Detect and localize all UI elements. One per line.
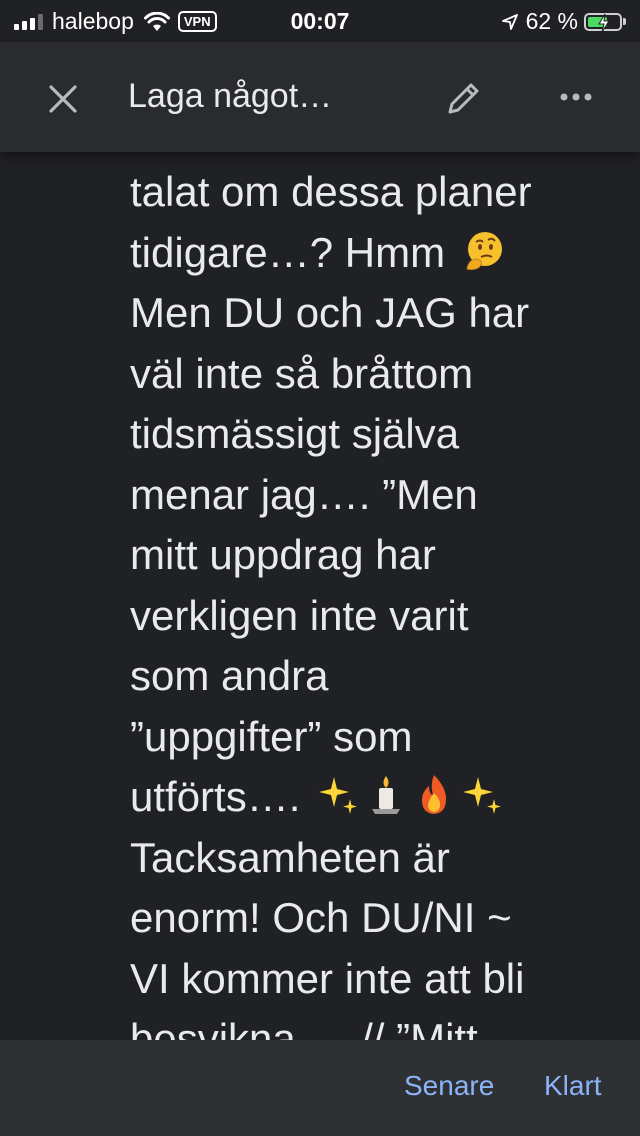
note-line: enorm! Och DU/NI ~ [130, 894, 512, 941]
candle-emoji [372, 776, 401, 814]
done-button[interactable]: Klart [544, 1070, 602, 1102]
close-icon[interactable] [44, 80, 82, 118]
note-title[interactable]: Laga något… [128, 77, 332, 116]
fire-emoji [422, 775, 447, 814]
location-arrow-icon [501, 13, 518, 30]
note-line: ”uppgifter” som [130, 712, 413, 760]
charging-bolt-icon [598, 13, 610, 32]
edit-pencil-icon[interactable] [444, 78, 484, 118]
bottom-action-bar: Senare Klart [0, 1040, 640, 1136]
note-line: väl inte så bråttom [130, 349, 474, 397]
battery-percent: 62 % [525, 8, 578, 34]
sparkles-emoji [319, 777, 358, 814]
sparkles-emoji [463, 777, 502, 814]
status-bar-right: 62 % [501, 8, 626, 35]
note-body[interactable]: talat om dessa planer tidigare…? Hmm Men… [0, 152, 640, 1040]
note-line: talat om dessa planer [130, 168, 532, 215]
later-button[interactable]: Senare [404, 1070, 494, 1102]
note-line: verkligen inte varit [130, 591, 469, 639]
thinking-face-emoji [466, 231, 502, 270]
note-line: mitt uppdrag har [130, 531, 436, 578]
note-line: menar jag…. ”Men [130, 470, 478, 518]
note-line: tidsmässigt själva [130, 410, 460, 457]
more-options-icon[interactable] [556, 82, 596, 112]
note-line: besvikna…. // ”Mitt [130, 1015, 478, 1040]
note-line: VI kommer inte att bli [130, 954, 525, 1002]
editor-toolbar: Laga något… [0, 42, 640, 152]
note-line: Tacksamheten är [130, 833, 450, 881]
status-bar: halebop VPN 00:07 62 % [0, 0, 640, 42]
note-text[interactable]: talat om dessa planer tidigare…? Hmm Men… [130, 162, 610, 1040]
battery-icon [584, 12, 622, 32]
note-line: Men DU och JAG har [130, 289, 530, 336]
note-line: som andra [130, 652, 329, 699]
battery-cap [623, 18, 626, 25]
note-line: utförts…. [130, 767, 610, 828]
note-line: tidigare…? Hmm [130, 223, 610, 284]
